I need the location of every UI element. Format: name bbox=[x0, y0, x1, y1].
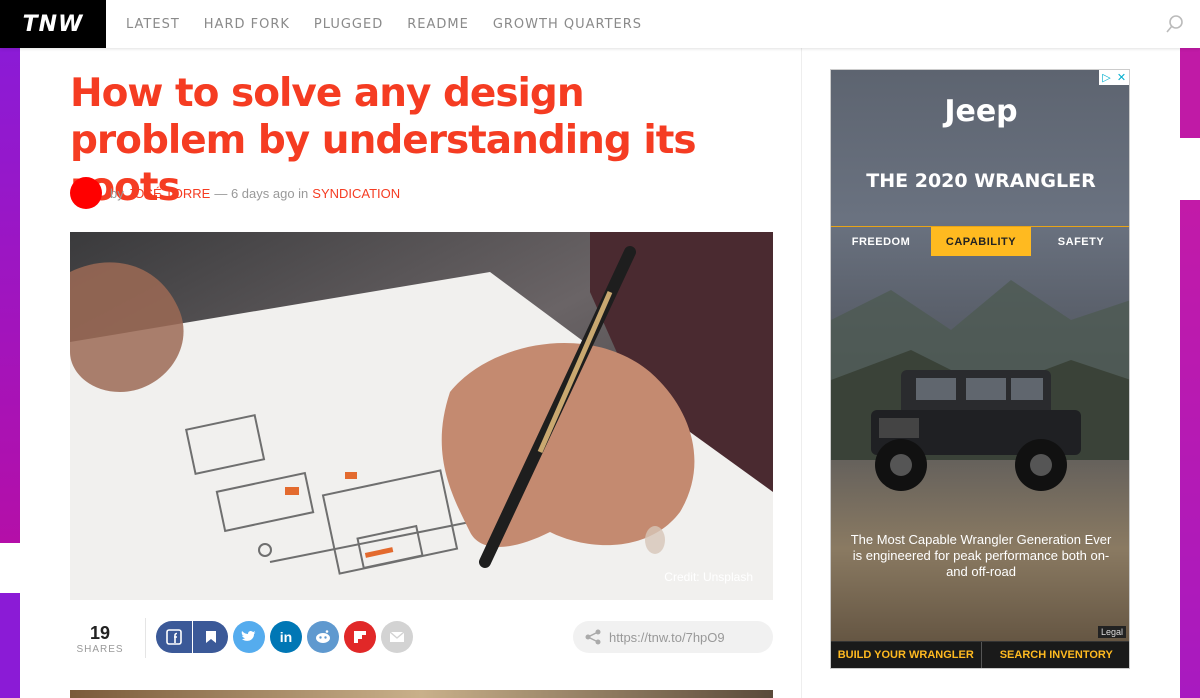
twitter-icon bbox=[241, 630, 256, 641]
twitter-share-button[interactable] bbox=[233, 621, 265, 653]
reddit-icon bbox=[316, 630, 330, 643]
nav-item-hard-fork[interactable]: HARD FORK bbox=[204, 17, 302, 32]
ad-legal-link[interactable]: Legal bbox=[1097, 626, 1126, 638]
facebook-share-button[interactable] bbox=[156, 621, 192, 653]
ad-jeep-vehicle bbox=[871, 370, 1081, 491]
author-link[interactable]: JOSÉ TORRE bbox=[128, 186, 211, 201]
category-link[interactable]: SYNDICATION bbox=[312, 186, 400, 201]
image-credit: Credit: Unsplash bbox=[664, 570, 753, 584]
ad-build-button[interactable]: BUILD YOUR WRANGLER bbox=[831, 642, 981, 668]
ad-tabs: FREEDOM CAPABILITY SAFETY bbox=[831, 226, 1129, 256]
left-side-bar bbox=[0, 48, 20, 543]
hero-image: Credit: Unsplash bbox=[70, 232, 773, 600]
nav-item-readme[interactable]: README bbox=[407, 17, 481, 32]
nav-item-growth-quarters[interactable]: GROWTH QUARTERS bbox=[493, 17, 654, 32]
ad-tab-capability[interactable]: CAPABILITY bbox=[931, 227, 1031, 256]
ad-tab-safety[interactable]: SAFETY bbox=[1031, 227, 1129, 256]
byline-prefix: by bbox=[110, 185, 124, 201]
nav-item-plugged[interactable]: PLUGGED bbox=[314, 17, 395, 32]
bookmark-button[interactable] bbox=[192, 621, 228, 653]
main-nav: LATEST HARD FORK PLUGGED README GROWTH Q… bbox=[126, 17, 666, 32]
short-url-field[interactable]: https://tnw.to/7hpO9 bbox=[573, 621, 773, 653]
bookmark-icon bbox=[205, 631, 216, 643]
ad-body-text: The Most Capable Wrangler Generation Eve… bbox=[850, 532, 1112, 579]
share-buttons: in bbox=[156, 621, 418, 653]
facebook-icon bbox=[166, 629, 182, 645]
short-url-text: https://tnw.to/7hpO9 bbox=[609, 629, 725, 645]
ad-tab-freedom[interactable]: FREEDOM bbox=[831, 227, 931, 256]
share-link-icon bbox=[585, 629, 601, 645]
article-byline: by JOSÉ TORRE — 6 days ago in SYNDICATIO… bbox=[70, 177, 404, 209]
jeep-ad[interactable]: ▷ ✕ Jeep THE 2020 WRANGLER FREEDOM CAPAB… bbox=[830, 69, 1130, 669]
top-navigation-bar: TNW LATEST HARD FORK PLUGGED README GROW… bbox=[0, 0, 1200, 48]
ad-brand-logo: Jeep bbox=[944, 94, 1018, 129]
site-logo[interactable]: TNW bbox=[0, 0, 106, 48]
left-side-bar-bottom bbox=[0, 593, 20, 698]
share-count-number: 19 bbox=[89, 623, 111, 643]
ad-close-icon[interactable]: ✕ bbox=[1114, 70, 1129, 85]
right-side-bar-lower bbox=[1180, 200, 1200, 698]
article-main: How to solve any design problem by under… bbox=[20, 48, 802, 698]
linkedin-share-button[interactable]: in bbox=[270, 621, 302, 653]
share-count-label: SHARES bbox=[76, 644, 124, 655]
nav-item-latest[interactable]: LATEST bbox=[126, 17, 192, 32]
linkedin-icon: in bbox=[279, 629, 293, 645]
share-divider bbox=[145, 618, 146, 658]
ad-headline: THE 2020 WRANGLER bbox=[866, 170, 1096, 192]
hero-illustration bbox=[70, 232, 773, 600]
next-image-preview bbox=[70, 690, 773, 698]
flipboard-share-button[interactable] bbox=[344, 621, 376, 653]
share-count: 19 SHARES bbox=[70, 623, 130, 655]
date-text: — 6 days ago in bbox=[214, 185, 309, 201]
ad-info-icon[interactable]: ▷ bbox=[1099, 70, 1114, 85]
ad-choices[interactable]: ▷ ✕ bbox=[1099, 70, 1129, 85]
author-avatar[interactable] bbox=[70, 177, 102, 209]
ad-inventory-button[interactable]: SEARCH INVENTORY bbox=[980, 642, 1130, 668]
flipboard-icon bbox=[354, 631, 366, 643]
ad-footer: BUILD YOUR WRANGLER SEARCH INVENTORY bbox=[831, 641, 1130, 668]
reddit-share-button[interactable] bbox=[307, 621, 339, 653]
email-icon bbox=[389, 631, 405, 642]
email-share-button[interactable] bbox=[381, 621, 413, 653]
search-icon[interactable] bbox=[1164, 13, 1186, 35]
right-side-bar bbox=[1180, 48, 1200, 138]
